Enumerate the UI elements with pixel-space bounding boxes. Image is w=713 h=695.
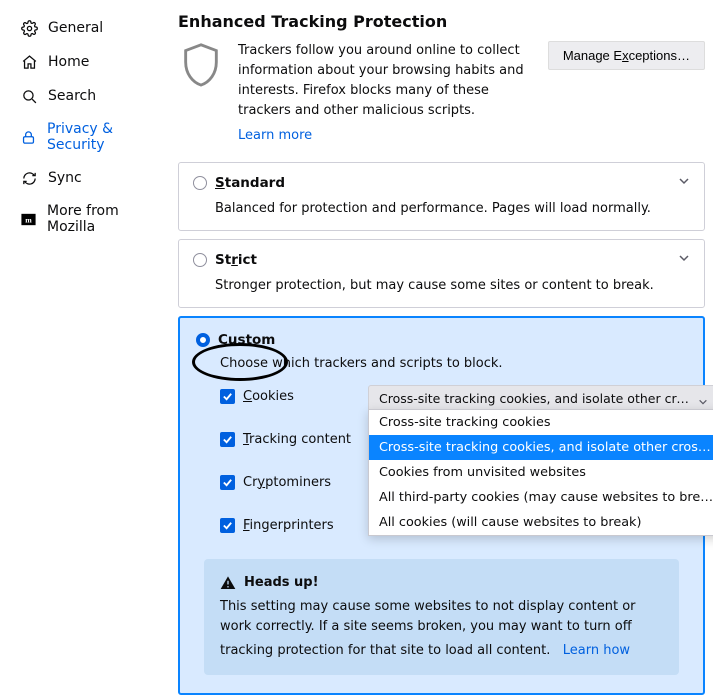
sidebar: General Home Search Privacy & Security S…	[0, 0, 176, 646]
option-desc: Balanced for protection and performance.…	[215, 201, 688, 216]
chevron-down-icon	[698, 395, 708, 405]
intro-text: Trackers follow you around online to col…	[238, 41, 538, 146]
option-label: Standard	[215, 175, 285, 191]
checkbox-tracking[interactable]	[220, 432, 235, 447]
cookies-select[interactable]: Cross-site tracking cookies, and isolate…	[368, 385, 713, 412]
sidebar-item-privacy[interactable]: Privacy & Security	[12, 114, 170, 160]
sidebar-item-label: Privacy & Security	[47, 121, 162, 153]
dropdown-item[interactable]: All third-party cookies (may cause websi…	[369, 485, 713, 510]
learn-how-link[interactable]: Learn how	[563, 641, 630, 661]
checkbox-crypto[interactable]	[220, 475, 235, 490]
option-strict[interactable]: Strict Stronger protection, but may caus…	[178, 239, 705, 308]
warning-icon	[220, 575, 236, 591]
learn-more-link[interactable]: Learn more	[238, 126, 312, 146]
sidebar-item-mozilla[interactable]: m More from Mozilla	[12, 196, 170, 242]
heads-up-note: Heads up! This setting may cause some we…	[204, 559, 679, 676]
checkbox-label: Fingerprinters	[243, 518, 334, 533]
dropdown-item[interactable]: Cookies from unvisited websites	[369, 460, 713, 485]
sidebar-item-label: Home	[48, 54, 89, 70]
radio-custom[interactable]	[196, 333, 210, 347]
option-label: Custom	[218, 332, 275, 348]
shield-icon	[178, 41, 224, 93]
dropdown-item[interactable]: Cross-site tracking cookies	[369, 410, 713, 435]
page-title: Enhanced Tracking Protection	[178, 12, 705, 31]
radio-strict[interactable]	[193, 253, 207, 267]
heads-up-title: Heads up!	[220, 573, 663, 593]
home-icon	[20, 53, 38, 71]
lock-icon	[20, 128, 37, 146]
sidebar-item-home[interactable]: Home	[12, 46, 170, 78]
sync-icon	[20, 169, 38, 187]
sidebar-item-label: General	[48, 20, 103, 36]
svg-text:m: m	[25, 215, 32, 224]
sidebar-item-search[interactable]: Search	[12, 80, 170, 112]
checkbox-label: Tracking content	[243, 432, 351, 447]
chevron-down-icon[interactable]	[678, 175, 690, 187]
gear-icon	[20, 19, 38, 37]
manage-exceptions-button[interactable]: Manage Exceptions…	[548, 41, 705, 70]
checkbox-cookies-row: Cookies Cross-site tracking cookies, and…	[220, 389, 687, 404]
checkbox-label: Cryptominers	[243, 475, 331, 490]
dropdown-item-selected[interactable]: Cross-site tracking cookies, and isolate…	[369, 435, 713, 460]
sidebar-item-label: Sync	[48, 170, 82, 186]
sidebar-item-general[interactable]: General	[12, 12, 170, 44]
checkbox-cookies[interactable]	[220, 389, 235, 404]
sidebar-item-label: More from Mozilla	[47, 203, 162, 235]
chevron-down-icon[interactable]	[678, 252, 690, 264]
intro-body: Trackers follow you around online to col…	[238, 43, 524, 118]
sidebar-item-label: Search	[48, 88, 96, 104]
intro: Trackers follow you around online to col…	[178, 41, 705, 146]
option-desc: Stronger protection, but may cause some …	[215, 278, 688, 293]
mozilla-icon: m	[20, 210, 37, 228]
radio-standard[interactable]	[193, 176, 207, 190]
search-icon	[20, 87, 38, 105]
option-custom: Custom Choose which trackers and scripts…	[178, 316, 705, 695]
heads-up-title-text: Heads up!	[244, 573, 319, 593]
option-desc: Choose which trackers and scripts to blo…	[220, 356, 687, 371]
checkbox-label: Cookies	[243, 389, 294, 404]
cookies-select-value: Cross-site tracking cookies, and isolate…	[379, 391, 713, 406]
option-standard[interactable]: Standard Balanced for protection and per…	[178, 162, 705, 231]
cookies-dropdown: Cross-site tracking cookies Cross-site t…	[368, 409, 713, 536]
content: Enhanced Tracking Protection Trackers fo…	[176, 0, 713, 646]
checkbox-finger[interactable]	[220, 518, 235, 533]
sidebar-item-sync[interactable]: Sync	[12, 162, 170, 194]
dropdown-item[interactable]: All cookies (will cause websites to brea…	[369, 510, 713, 535]
option-label: Strict	[215, 252, 257, 268]
